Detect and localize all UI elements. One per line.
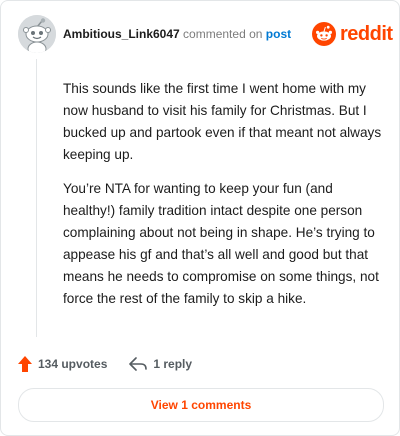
upvote-button[interactable]: 134 upvotes (18, 356, 107, 372)
snoo-avatar-icon (18, 15, 56, 53)
comment-paragraph: This sounds like the first time I went h… (63, 81, 382, 162)
comment-card: Ambitious_Link6047 commented on post red… (0, 0, 400, 436)
comment-paragraph: You’re NTA for wanting to keep your fun … (63, 181, 379, 306)
post-link[interactable]: post (266, 27, 291, 41)
reddit-wordmark: reddit (340, 22, 393, 45)
comment-header: Ambitious_Link6047 commented on post (63, 26, 291, 42)
reddit-snoo-icon (312, 22, 336, 46)
view-comments-button[interactable]: View 1 comments (18, 388, 384, 422)
reply-count: 1 reply (153, 357, 193, 371)
reply-button[interactable]: 1 reply (129, 357, 192, 371)
comment-body: This sounds like the first time I went h… (63, 78, 383, 310)
comment-action-text: commented on (183, 27, 263, 41)
thread-line[interactable] (36, 59, 37, 337)
upvote-arrow-icon (18, 356, 32, 372)
username[interactable]: Ambitious_Link6047 (63, 27, 180, 41)
upvote-count: 134 upvotes (38, 357, 108, 371)
reply-arrow-icon (129, 357, 148, 371)
avatar[interactable] (18, 15, 56, 53)
comment-actions: 134 upvotes 1 reply (18, 355, 192, 373)
reddit-logo[interactable]: reddit (312, 21, 393, 47)
